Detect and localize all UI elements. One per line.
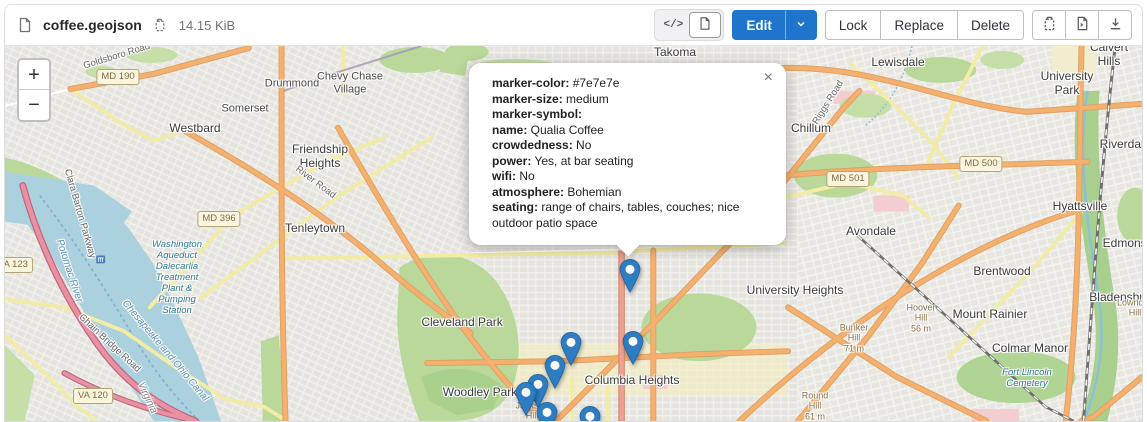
file-card: coffee.geojson 14.15 KiB </> — [4, 4, 1143, 422]
edit-dropdown-button[interactable] — [785, 10, 817, 40]
copy-path-icon[interactable] — [150, 16, 169, 35]
file-header: coffee.geojson 14.15 KiB </> — [5, 5, 1142, 46]
replace-button[interactable]: Replace — [880, 10, 958, 40]
edit-button[interactable]: Edit — [732, 10, 786, 40]
popup-fields: marker-color: #7e7e7emarker-size: medium… — [492, 76, 766, 231]
zoom-out-button[interactable]: − — [19, 90, 49, 120]
clipboard-copy-icon — [1042, 16, 1057, 34]
popup-field: marker-size: medium — [492, 92, 766, 108]
popup-field: marker-symbol: — [492, 107, 766, 123]
view-source-button[interactable]: </> — [657, 12, 689, 38]
map-marker[interactable] — [515, 382, 537, 421]
map-marker[interactable] — [579, 406, 601, 421]
popup-field-key: wifi: — [492, 169, 516, 183]
popup-field: atmosphere: Bohemian — [492, 185, 766, 201]
open-raw-button[interactable] — [1065, 10, 1099, 40]
popup-field-key: power: — [492, 154, 531, 168]
view-rendered-button[interactable] — [689, 12, 721, 38]
chevron-down-icon — [795, 18, 807, 33]
museum-poi-icon — [96, 255, 105, 263]
delete-button[interactable]: Delete — [957, 10, 1024, 40]
popup-field: marker-color: #7e7e7e — [492, 76, 766, 92]
popup-field-key: name: — [492, 123, 527, 137]
file-size: 14.15 KiB — [179, 18, 235, 33]
popup-field-key: marker-size: — [492, 92, 563, 106]
file-name: coffee.geojson — [43, 17, 142, 33]
popup-field-key: seating: — [492, 200, 538, 214]
popup-field: name: Qualia Coffee — [492, 123, 766, 139]
popup-field-key: crowdedness: — [492, 138, 573, 152]
popup-field-key: atmosphere: — [492, 185, 564, 199]
edit-split-button: Edit — [732, 10, 817, 40]
file-utility-group — [1032, 10, 1132, 40]
zoom-in-button[interactable]: + — [19, 60, 49, 90]
popup-field: crowdedness: No — [492, 138, 766, 154]
map-marker[interactable] — [536, 402, 558, 421]
map-marker[interactable] — [619, 259, 641, 298]
map[interactable]: TakomaLewisdaleCalvert HillsUniversity P… — [5, 46, 1142, 421]
map-zoom-control: + − — [17, 58, 51, 122]
popup-field-key: marker-color: — [492, 76, 569, 90]
copy-contents-button[interactable] — [1032, 10, 1066, 40]
popup-close-icon[interactable]: × — [762, 68, 775, 88]
raw-file-icon — [1075, 16, 1090, 34]
code-icon: </> — [664, 19, 684, 31]
file-icon — [15, 15, 35, 35]
feature-popup: × marker-color: #7e7e7emarker-size: medi… — [469, 63, 786, 245]
map-marker[interactable] — [622, 331, 644, 370]
popup-field: wifi: No — [492, 169, 766, 185]
popup-field-key: marker-symbol: — [492, 107, 582, 121]
download-button[interactable] — [1098, 10, 1132, 40]
document-icon — [698, 16, 712, 34]
file-actions-group: Lock Replace Delete — [825, 10, 1024, 40]
view-toggle: </> — [654, 9, 724, 41]
lock-button[interactable]: Lock — [825, 10, 882, 40]
popup-field: power: Yes, at bar seating — [492, 154, 766, 170]
download-icon — [1108, 16, 1123, 34]
popup-field: seating: range of chairs, tables, couche… — [492, 200, 766, 231]
